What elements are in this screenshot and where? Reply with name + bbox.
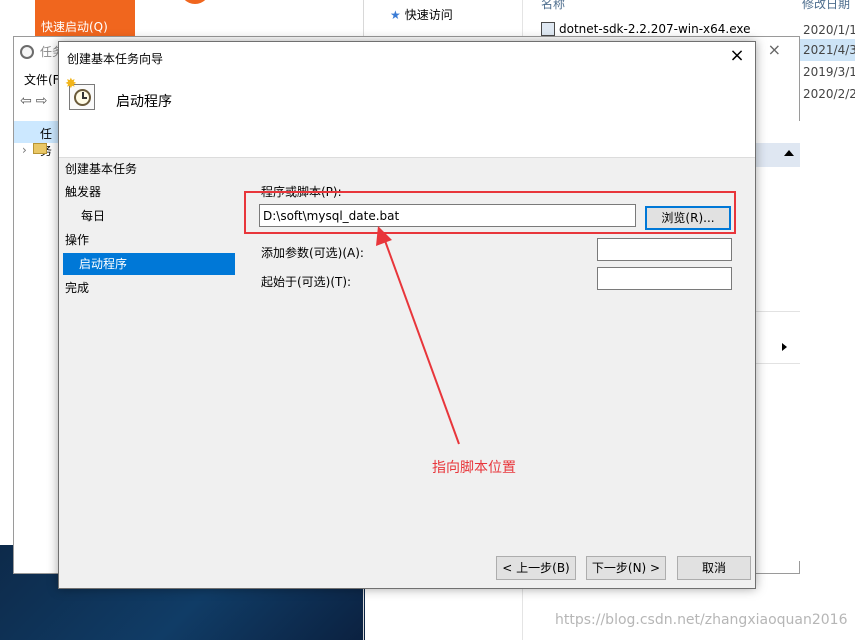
- date-cell: 2019/3/1: [803, 65, 855, 79]
- wizard-heading: 启动程序: [116, 94, 172, 110]
- nav-trigger: 触发器: [65, 185, 102, 199]
- ts-close-button[interactable]: ×: [768, 40, 781, 59]
- orange-badge: [180, 0, 210, 4]
- start-in-input[interactable]: [597, 267, 732, 290]
- file-row[interactable]: dotnet-sdk-2.2.207-win-x64.exe: [541, 22, 751, 36]
- nav-daily: 每日: [81, 209, 106, 223]
- date-cell-selected[interactable]: 2021/4/30: [800, 39, 855, 61]
- start-in-label: 起始于(可选)(T):: [261, 275, 352, 289]
- collapse-up-icon[interactable]: [784, 150, 794, 156]
- create-basic-task-wizard: 创建基本任务向导 × ✸ 启动程序 创建基本任务 触发器 每日 操作 启动程序 …: [58, 41, 756, 589]
- nav-start-program: 启动程序: [63, 253, 235, 275]
- arguments-input[interactable]: [597, 238, 732, 261]
- task-clock-icon: ✸: [65, 76, 99, 112]
- forward-arrow-icon[interactable]: ⇨: [36, 93, 48, 109]
- ts-toolbar: ⇦ ⇨: [20, 93, 47, 109]
- annotation-text: 指向脚本位置: [432, 460, 516, 476]
- ts-tree-root[interactable]: 任务: [14, 121, 60, 158]
- file-name: dotnet-sdk-2.2.207-win-x64.exe: [559, 22, 751, 36]
- nav-create-basic-task: 创建基本任务: [65, 162, 138, 176]
- actions-divider: [754, 363, 800, 364]
- column-header-date[interactable]: 修改日期: [802, 0, 850, 12]
- watermark-text: https://blog.csdn.net/zhangxiaoquan2016: [555, 612, 848, 628]
- date-cell: 2020/1/1: [803, 23, 855, 37]
- wizard-header: ✸ 启动程序: [59, 72, 755, 158]
- nav-finish: 完成: [65, 281, 90, 295]
- nav-action: 操作: [65, 233, 90, 247]
- quick-access-label: 快速访问: [404, 8, 453, 22]
- next-button[interactable]: 下一步(N) >: [586, 556, 666, 580]
- wizard-close-button[interactable]: ×: [727, 45, 747, 67]
- installer-file-icon: [541, 22, 555, 36]
- back-button[interactable]: < 上一步(B): [496, 556, 576, 580]
- back-arrow-icon[interactable]: ⇦: [20, 93, 32, 109]
- folder-icon: [32, 143, 47, 154]
- date-cell: 2020/2/2: [803, 87, 855, 101]
- annotation-highlight-box: [244, 191, 736, 234]
- actions-pane: [754, 121, 800, 561]
- quick-access-item[interactable]: ★ 快速访问: [390, 6, 453, 23]
- star-pin-icon: ★: [390, 7, 401, 22]
- ts-tree-library[interactable]: ›: [22, 143, 47, 157]
- actions-pane-header[interactable]: [754, 143, 800, 167]
- column-header-name[interactable]: 名称: [541, 0, 565, 12]
- submenu-arrow-icon[interactable]: [782, 343, 787, 351]
- quick-launch-label: 快速启动(Q): [41, 20, 108, 34]
- wizard-titlebar: 创建基本任务向导 ×: [59, 42, 755, 72]
- wizard-title: 创建基本任务向导: [67, 52, 164, 66]
- clock-icon: [20, 44, 34, 59]
- chevron-right-icon[interactable]: ›: [22, 143, 27, 157]
- cancel-button[interactable]: 取消: [677, 556, 751, 580]
- actions-divider: [754, 311, 800, 312]
- args-label: 添加参数(可选)(A):: [261, 246, 364, 260]
